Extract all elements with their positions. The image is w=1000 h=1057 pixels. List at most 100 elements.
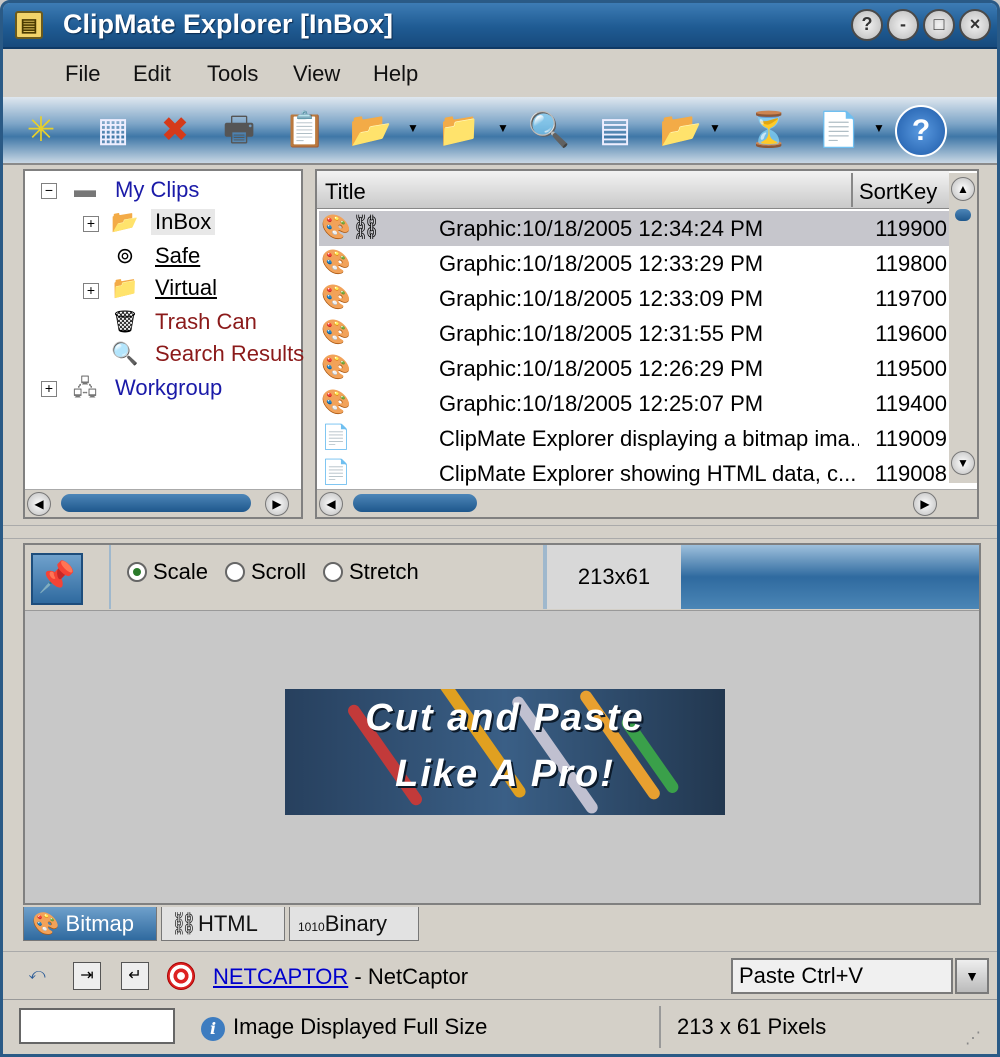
scroll-down-icon[interactable]: ▼	[951, 451, 975, 475]
table-row[interactable]: 🎨 Graphic:10/18/2005 12:33:09 PM 119700	[319, 281, 949, 316]
scroll-up-icon[interactable]: ▲	[951, 177, 975, 201]
tree-item-workgroup[interactable]: Workgroup	[115, 375, 222, 401]
scroll-left-icon[interactable]: ◀	[27, 492, 51, 516]
table-row[interactable]: 📄 ClipMate Explorer showing HTML data, c.…	[319, 456, 949, 491]
pane-splitter[interactable]	[3, 525, 997, 539]
pin-icon[interactable]: 📌	[31, 553, 83, 605]
table-row[interactable]: 🎨 Graphic:10/18/2005 12:26:29 PM 119500	[319, 351, 949, 386]
row-sortkey: 119008	[875, 461, 947, 486]
viewer-toolbar: 📌 Scale Scroll Stretch 213x61	[25, 545, 979, 611]
new-clip-icon[interactable]: ✳	[13, 103, 69, 157]
list-scroll-right-icon[interactable]: ▶	[913, 492, 937, 516]
drive-icon: ▬	[74, 177, 96, 202]
scroll-radio-dot[interactable]	[225, 562, 245, 582]
chevron-down-icon[interactable]: ▼	[955, 958, 989, 994]
collapse-my-clips-icon[interactable]: −	[41, 183, 57, 199]
column-title[interactable]: Title	[325, 179, 366, 205]
move-dropdown-icon[interactable]: ▼	[497, 121, 509, 135]
tab-html[interactable]: ⛓HTML	[161, 907, 285, 941]
tree-item-my-clips[interactable]: My Clips	[115, 177, 199, 203]
target-application: NETCAPTOR - NetCaptor	[213, 964, 468, 990]
open-folder-dropdown-icon[interactable]: ▼	[709, 121, 721, 135]
scale-radio-dot[interactable]	[127, 562, 147, 582]
row-sortkey: 119500	[875, 356, 947, 381]
menu-file[interactable]: File	[65, 61, 100, 87]
trash-icon: 🗑	[111, 309, 139, 334]
table-row[interactable]: 📄 ClipMate Explorer displaying a bitmap i…	[319, 421, 949, 456]
paste-icon[interactable]: 📋	[277, 103, 333, 157]
return-icon[interactable]: ⤺	[23, 962, 51, 990]
table-row[interactable]: 🎨 Graphic:10/18/2005 12:25:07 PM 119400	[319, 386, 949, 421]
expand-virtual-icon[interactable]: +	[83, 283, 99, 299]
tab-binary[interactable]: 1010Binary	[289, 907, 419, 941]
spell-check-icon[interactable]: 🔍	[521, 103, 577, 157]
scale-label: Scale	[153, 559, 209, 584]
layout-icon[interactable]: ▤	[587, 103, 643, 157]
tree-item-safe[interactable]: Safe	[155, 243, 200, 269]
list-scroll-left-icon[interactable]: ◀	[319, 492, 343, 516]
column-sortkey[interactable]: SortKey	[859, 179, 937, 205]
stretch-radio-dot[interactable]	[323, 562, 343, 582]
print-icon[interactable]: 🖶	[211, 103, 267, 157]
table-row[interactable]: 🎨 Graphic:10/18/2005 12:33:29 PM 119800	[319, 246, 949, 281]
menu-edit[interactable]: Edit	[133, 61, 171, 87]
template-dropdown-icon[interactable]: ▼	[873, 121, 885, 135]
list-horizontal-scrollbar[interactable]: ◀ ▶	[317, 489, 977, 517]
tree-item-trash-can[interactable]: Trash Can	[155, 309, 257, 335]
menu-bar: File Edit Tools View Help	[3, 51, 997, 97]
table-row[interactable]: 🎨⛓ Graphic:10/18/2005 12:34:24 PM 119900	[319, 211, 949, 246]
close-button[interactable]: ×	[959, 9, 991, 41]
template-icon[interactable]: 📄	[811, 103, 867, 157]
help-icon[interactable]: ?	[895, 105, 947, 157]
list-scroll-thumb[interactable]	[955, 209, 971, 221]
filter-icon[interactable]: ⏳	[741, 103, 797, 157]
menu-tools[interactable]: Tools	[207, 61, 258, 87]
tree-scroll-thumb[interactable]	[61, 494, 251, 512]
collection-icon[interactable]: 📂	[343, 103, 399, 157]
row-sortkey: 119700	[875, 286, 947, 311]
tree-item-virtual[interactable]: Virtual	[155, 275, 217, 301]
tree-item-inbox[interactable]: InBox	[151, 209, 216, 235]
paste-bar: ⤺ ⇥ ↵ NETCAPTOR - NetCaptor Paste Ctrl+V…	[3, 951, 997, 999]
delete-icon[interactable]: ✖	[147, 103, 203, 157]
move-icon[interactable]: 📁	[431, 103, 487, 157]
scroll-radio[interactable]: Scroll	[225, 559, 306, 585]
list-hscroll-thumb[interactable]	[353, 494, 477, 512]
row-title: Graphic:10/18/2005 12:31:55 PM	[439, 321, 764, 346]
title-bar[interactable]: ▤ ClipMate Explorer [InBox] ? - □ ×	[3, 3, 997, 49]
expand-workgroup-icon[interactable]: +	[41, 381, 57, 397]
app-name: - NetCaptor	[348, 964, 469, 989]
netcaptor-link[interactable]: NETCAPTOR	[213, 964, 348, 989]
collection-dropdown-icon[interactable]: ▼	[407, 121, 419, 135]
status-input-box[interactable]	[19, 1008, 175, 1044]
window-title: ClipMate Explorer [InBox]	[63, 9, 394, 39]
menu-view[interactable]: View	[293, 61, 340, 87]
context-help-button[interactable]: ?	[851, 9, 883, 41]
tree-item-search-results[interactable]: Search Results	[155, 341, 304, 367]
minimize-button[interactable]: -	[887, 9, 919, 41]
clip-image-preview: Cut and Paste Like A Pro!	[285, 689, 725, 815]
expand-inbox-icon[interactable]: +	[83, 216, 99, 232]
table-row[interactable]: 🎨 Graphic:10/18/2005 12:31:55 PM 119600	[319, 316, 949, 351]
row-title: ClipMate Explorer showing HTML data, c..…	[439, 461, 857, 486]
target-app-icon[interactable]	[167, 962, 195, 990]
split-view-icon[interactable]: ▦	[85, 103, 141, 157]
tab-key-icon[interactable]: ⇥	[73, 962, 101, 990]
banner-line-2: Like A Pro!	[395, 753, 615, 795]
tab-bitmap-label: Bitmap	[65, 911, 135, 936]
list-vertical-scrollbar[interactable]: ▲ ▼	[949, 173, 977, 483]
resize-grip-icon[interactable]: ⋰	[965, 1028, 981, 1048]
tree-horizontal-scrollbar[interactable]: ◀ ▶	[25, 489, 301, 517]
paste-method-select[interactable]: Paste Ctrl+V	[731, 958, 953, 994]
row-title: ClipMate Explorer displaying a bitmap im…	[439, 426, 859, 451]
scale-radio[interactable]: Scale	[127, 559, 208, 585]
menu-help[interactable]: Help	[373, 61, 418, 87]
scroll-right-icon[interactable]: ▶	[265, 492, 289, 516]
virtual-folder-icon: 📁	[111, 275, 139, 300]
tab-bitmap[interactable]: 🎨 Bitmap	[23, 907, 157, 941]
info-icon: i	[201, 1017, 225, 1041]
open-folder-icon[interactable]: 📂	[653, 103, 709, 157]
stretch-radio[interactable]: Stretch	[323, 559, 419, 585]
enter-key-icon[interactable]: ↵	[121, 962, 149, 990]
maximize-button[interactable]: □	[923, 9, 955, 41]
